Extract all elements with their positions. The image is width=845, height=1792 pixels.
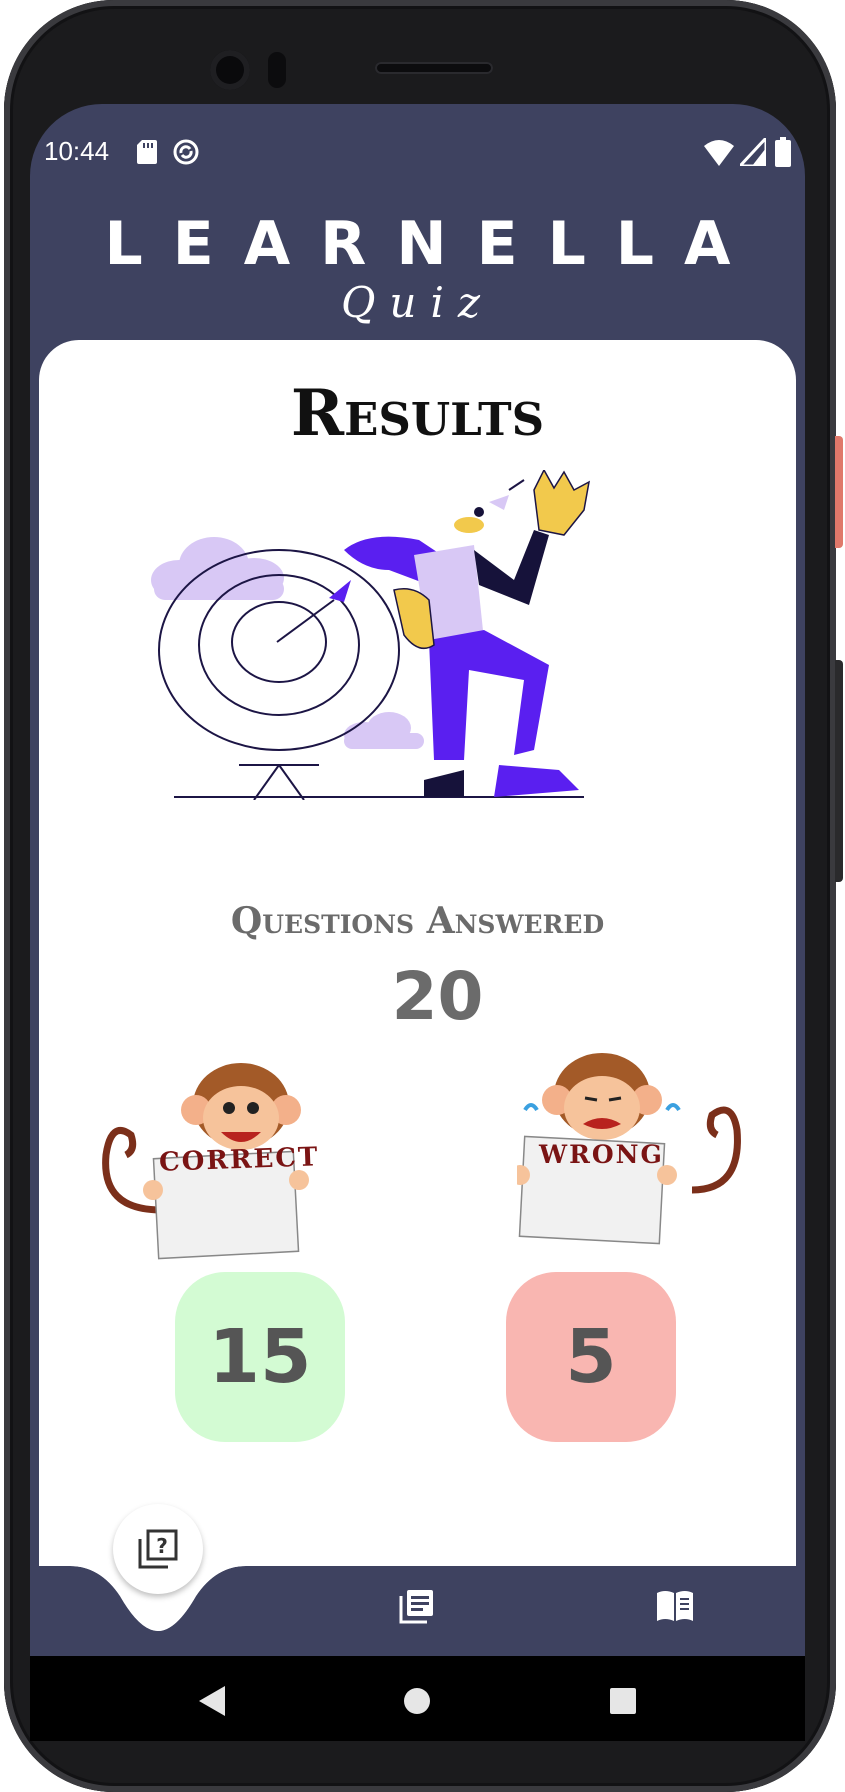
back-button[interactable] (188, 1676, 238, 1726)
app-brand: LEARNELLA Quiz (30, 212, 805, 328)
book-icon (657, 1591, 693, 1621)
signal-icon (740, 138, 766, 166)
proximity-sensor (268, 52, 286, 88)
wrong-count: 5 (565, 1314, 617, 1400)
sd-card-icon (137, 140, 157, 164)
bottom-navigation: ? (30, 1504, 805, 1656)
wrong-sign-text: WRONG (539, 1140, 664, 1169)
svg-text:?: ? (156, 1534, 168, 1558)
correct-sign-text: CORRECT (158, 1142, 320, 1178)
quiz-nav-button[interactable]: ? (113, 1504, 203, 1594)
home-icon (404, 1688, 430, 1714)
power-button (835, 436, 843, 548)
front-camera (210, 50, 250, 90)
brand-title: LEARNELLA (104, 209, 761, 279)
wifi-icon (704, 140, 734, 166)
articles-nav-button[interactable] (377, 1566, 457, 1646)
wrong-count-box: 5 (506, 1272, 676, 1442)
questions-answered-label: Questions Answered (230, 900, 605, 942)
book-nav-button[interactable] (635, 1566, 715, 1646)
phone-frame: 10:44 LEARNELLA Quiz Results Questions A… (0, 0, 845, 1792)
correct-count: 15 (208, 1314, 312, 1400)
target-illustration (151, 470, 591, 800)
earpiece-speaker (375, 62, 493, 74)
status-time: 10:44 (44, 136, 110, 166)
system-navigation-bar (30, 1656, 805, 1741)
app-screen: 10:44 LEARNELLA Quiz Results Questions A… (30, 104, 805, 1741)
volume-button (835, 660, 843, 882)
articles-icon (399, 1590, 433, 1624)
results-card: Results Questions Answered 20 CORRECT WR… (39, 340, 796, 1566)
status-bar: 10:44 (30, 104, 805, 194)
battery-icon (775, 137, 791, 167)
back-icon (199, 1686, 225, 1716)
correct-count-box: 15 (175, 1272, 345, 1442)
sync-icon (173, 139, 199, 165)
home-button[interactable] (392, 1676, 442, 1726)
recent-apps-icon (610, 1688, 636, 1714)
recent-apps-button[interactable] (598, 1676, 648, 1726)
brand-subtitle: Quiz (340, 278, 495, 327)
quiz-icon: ? (138, 1529, 178, 1569)
page-title: Results (290, 376, 545, 451)
questions-answered-value: 20 (391, 958, 484, 1035)
